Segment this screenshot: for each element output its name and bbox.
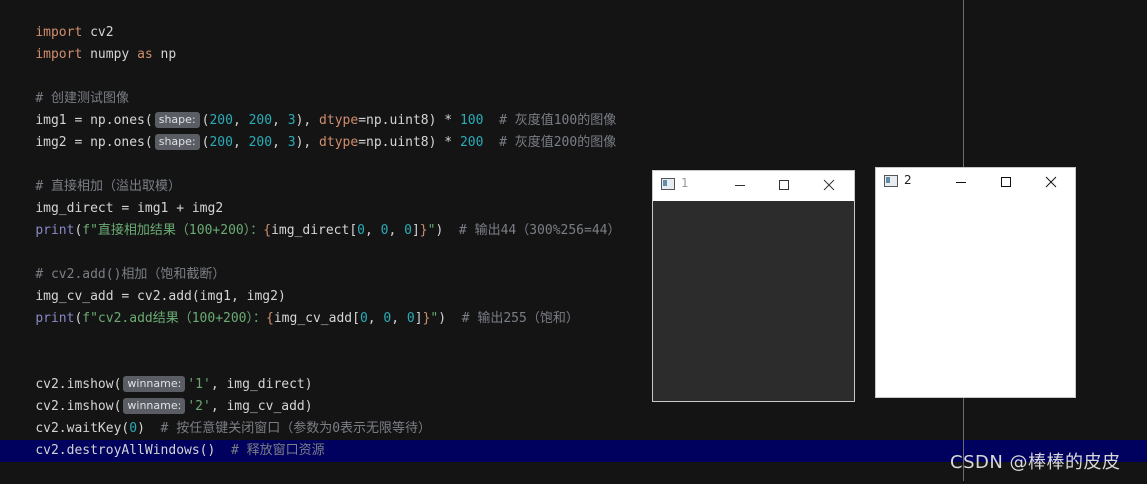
window-titlebar[interactable]: 2 bbox=[876, 168, 1075, 196]
close-icon bbox=[823, 179, 835, 191]
close-icon bbox=[1045, 176, 1057, 188]
close-button[interactable] bbox=[817, 173, 841, 197]
number-literal: 200 bbox=[459, 135, 484, 150]
number-literal: 0 bbox=[359, 311, 368, 326]
maximize-button[interactable] bbox=[994, 170, 1018, 194]
opencv-window-icon bbox=[661, 178, 675, 190]
keyword: as bbox=[137, 47, 153, 62]
code-comment: # 输出255（饱和） bbox=[446, 311, 579, 326]
code-line-7[interactable]: img_direct = img1 + img2 bbox=[4, 176, 223, 216]
number-literal: 0 bbox=[357, 223, 365, 238]
fstring-brace: { bbox=[266, 311, 274, 326]
fstring-brace: } bbox=[419, 223, 428, 238]
window-title: 2 bbox=[904, 173, 912, 187]
image-canvas bbox=[876, 196, 1075, 397]
code-line-1[interactable]: import cv2 bbox=[4, 0, 113, 40]
imshow-window-1[interactable]: 1 bbox=[652, 170, 855, 402]
number-literal: 200 bbox=[209, 135, 233, 150]
string-literal: f"cv2.add结果（100+200）： bbox=[82, 311, 267, 326]
code-line-10[interactable]: img_cv_add = cv2.add(img1, img2) bbox=[4, 264, 285, 304]
code-text: ] bbox=[411, 223, 420, 238]
code-text: img2 = np.ones( bbox=[35, 135, 153, 150]
code-text: ) bbox=[438, 311, 447, 326]
window-titlebar[interactable]: 1 bbox=[653, 171, 854, 199]
minimize-button[interactable] bbox=[728, 173, 752, 197]
code-line-15[interactable]: cv2.destroyAllWindows() # 释放窗口资源 bbox=[4, 418, 324, 458]
code-text: , bbox=[391, 311, 407, 326]
keyword: import bbox=[35, 47, 83, 62]
fstring-brace: { bbox=[263, 223, 272, 238]
code-line-11[interactable]: print(f"cv2.add结果（100+200）：{img_cv_add[0… bbox=[4, 286, 579, 326]
code-comment: # 输出44（300%256=44） bbox=[443, 223, 621, 238]
number-literal: 200 bbox=[248, 135, 273, 150]
code-text: ] bbox=[414, 311, 423, 326]
code-text: ), bbox=[295, 135, 320, 150]
builtin-function: print bbox=[35, 311, 75, 326]
code-text: cv2.destroyAllWindows() bbox=[35, 443, 216, 458]
code-text: , bbox=[367, 311, 384, 326]
minimize-icon bbox=[956, 182, 966, 183]
maximize-icon bbox=[779, 180, 789, 190]
keyword-argument: dtype bbox=[319, 135, 359, 150]
code-line-13[interactable]: cv2.imshow(winname: '2', img_cv_add) bbox=[4, 374, 313, 414]
number-literal: 0 bbox=[406, 311, 415, 326]
close-button[interactable] bbox=[1039, 170, 1063, 194]
number-literal: 3 bbox=[287, 135, 296, 150]
parameter-hint: shape: bbox=[154, 134, 200, 150]
string-literal: f"直接相加结果（100+200）： bbox=[82, 223, 264, 238]
code-line-9[interactable]: # cv2.add()相加（饱和截断） bbox=[4, 242, 225, 282]
code-text: , bbox=[272, 135, 288, 150]
code-text: img_direct[ bbox=[271, 223, 358, 238]
window-title: 1 bbox=[681, 176, 689, 190]
maximize-icon bbox=[1001, 177, 1011, 187]
image-canvas bbox=[653, 201, 854, 401]
imshow-window-2[interactable]: 2 bbox=[875, 167, 1076, 398]
code-comment: # 释放窗口资源 bbox=[215, 443, 325, 458]
code-text: np bbox=[152, 47, 177, 62]
minimize-button[interactable] bbox=[949, 170, 973, 194]
code-text: , bbox=[388, 223, 405, 238]
code-line-2[interactable]: import numpy as np bbox=[4, 22, 176, 62]
watermark: CSDN @棒棒的皮皮 bbox=[950, 452, 1121, 473]
opencv-window-icon bbox=[884, 175, 898, 187]
code-text: , bbox=[232, 135, 249, 150]
minimize-icon bbox=[735, 185, 745, 186]
code-text: numpy bbox=[82, 47, 138, 62]
code-text: =np.uint8) * bbox=[358, 135, 460, 150]
code-text: , bbox=[364, 223, 381, 238]
code-line-14[interactable]: cv2.waitKey(0) # 按任意键关闭窗口（参数为0表示无限等待） bbox=[4, 396, 431, 436]
code-line-4[interactable]: img1 = np.ones(shape: (200, 200, 3), dtyp… bbox=[4, 88, 616, 128]
number-literal: 0 bbox=[404, 223, 412, 238]
code-line-3[interactable]: # 创建测试图像 bbox=[4, 66, 129, 106]
code-text: img_cv_add[ bbox=[273, 311, 360, 326]
code-line-8[interactable]: print(f"直接相加结果（100+200）：{img_direct[0, 0… bbox=[4, 198, 620, 238]
code-line-5[interactable]: img2 = np.ones(shape: (200, 200, 3), dtyp… bbox=[4, 110, 616, 150]
maximize-button[interactable] bbox=[772, 173, 796, 197]
builtin-function: print bbox=[35, 223, 75, 238]
code-line-6[interactable]: # 直接相加（溢出取模） bbox=[4, 154, 181, 194]
code-comment: # 灰度值200的图像 bbox=[483, 135, 617, 150]
code-line-12[interactable]: cv2.imshow(winname: '1', img_direct) bbox=[4, 352, 313, 392]
